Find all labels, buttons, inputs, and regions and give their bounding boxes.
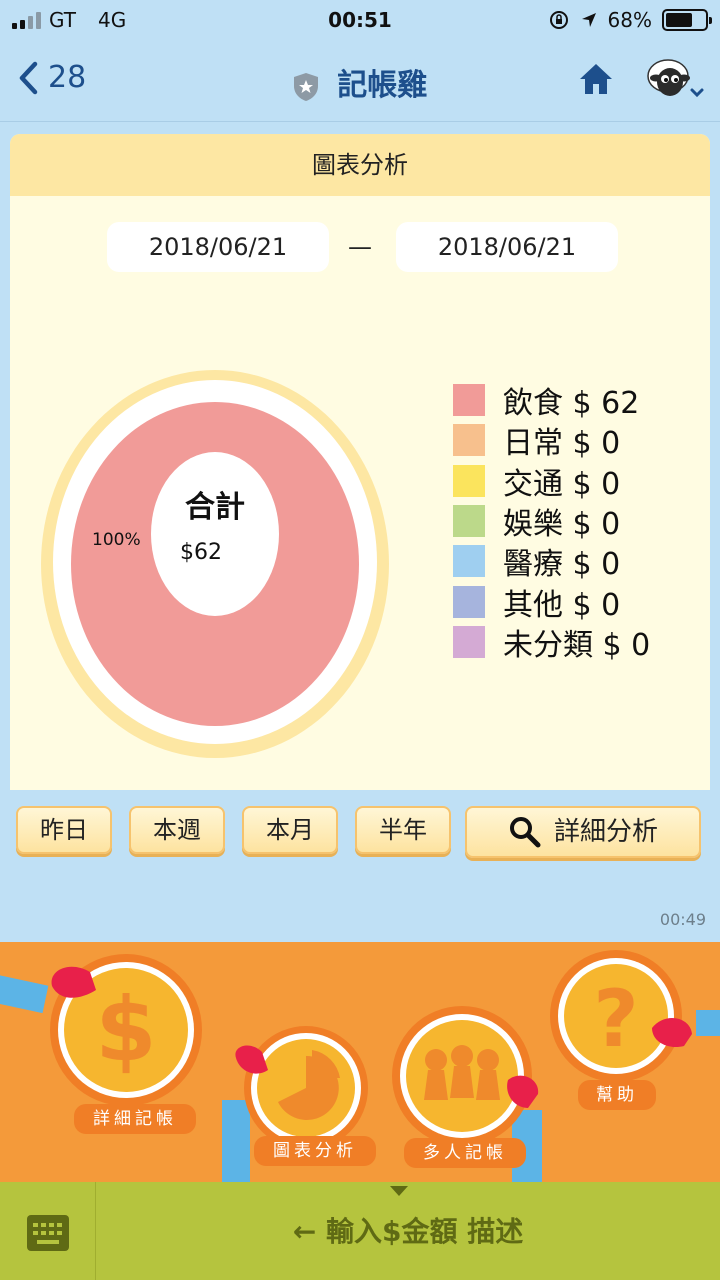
legend-swatch	[453, 384, 485, 417]
detail-analysis-button[interactable]: 詳細分析	[465, 806, 701, 858]
legend-swatch	[453, 424, 485, 457]
egg-donut-chart: 合計 $62 100%	[41, 370, 389, 758]
detail-analysis-label: 詳細分析	[553, 817, 658, 847]
half-year-button[interactable]: 半年	[355, 806, 451, 854]
legend-item: 飲食 $ 62	[453, 380, 650, 422]
status-bar: GT 4G 00:51 68%	[0, 0, 720, 40]
orientation-lock-icon	[549, 11, 568, 29]
rich-menu: $ ? 詳細記帳 圖表分析 多人記帳 幫助	[0, 942, 720, 1182]
amount-input-hint[interactable]: ← 輸入$金額 描述	[96, 1182, 720, 1280]
legend-swatch	[453, 625, 485, 658]
home-icon[interactable]	[578, 62, 614, 96]
total-label: 合計	[185, 490, 245, 525]
legend-item: 娛樂 $ 0	[453, 501, 650, 543]
svg-text:?: ?	[593, 975, 638, 1065]
search-icon	[509, 817, 541, 848]
avatar-menu-icon[interactable]	[642, 54, 708, 104]
chart-legend: 飲食 $ 62 日常 $ 0 交通 $ 0 娛樂 $ 0 醫療 $ 0 其他 $ 0 未分類…	[453, 380, 651, 663]
card-title: 圖表分析	[10, 134, 710, 196]
group-entry-button[interactable]: 多人記帳	[404, 1138, 526, 1168]
legend-label: 醫療 $ 0	[503, 547, 621, 583]
egg-center-hole	[151, 452, 279, 616]
keyboard-toggle[interactable]	[0, 1182, 96, 1280]
legend-swatch	[453, 545, 485, 578]
date-separator: —	[348, 233, 372, 261]
this-month-button[interactable]: 本月	[242, 806, 338, 854]
detail-entry-button[interactable]: 詳細記帳	[74, 1104, 196, 1134]
slice-percent-label: 100%	[92, 530, 141, 550]
legend-item: 交通 $ 0	[453, 461, 650, 502]
legend-item: 未分類 $ 0	[453, 622, 651, 663]
total-value: $62	[180, 540, 222, 565]
legend-label: 其他 $ 0	[503, 587, 621, 623]
input-bar: ← 輸入$金額 描述	[0, 1182, 720, 1280]
official-badge-icon	[293, 72, 318, 101]
legend-label: 娛樂 $ 0	[503, 507, 621, 543]
legend-swatch	[453, 464, 485, 497]
battery-percent: 68%	[607, 8, 652, 32]
location-icon	[581, 13, 596, 27]
svg-text:$: $	[95, 978, 156, 1081]
battery-icon	[662, 9, 712, 31]
legend-label: 未分類 $ 0	[503, 627, 651, 663]
legend-label: 飲食 $ 62	[503, 386, 640, 422]
start-date-button[interactable]: 2018/06/21	[107, 222, 329, 272]
nav-bar: 28 記帳雞	[0, 40, 720, 122]
yesterday-button[interactable]: 昨日	[16, 806, 112, 854]
keyboard-icon	[27, 1215, 69, 1251]
legend-item: 其他 $ 0	[453, 581, 650, 623]
legend-item: 醫療 $ 0	[453, 541, 650, 583]
chart-analysis-button[interactable]: 圖表分析	[254, 1136, 376, 1166]
legend-item: 日常 $ 0	[453, 420, 650, 462]
chart-card: 圖表分析 2018/06/21 — 2018/06/21 合計 $62 100%…	[10, 134, 710, 790]
end-date-button[interactable]: 2018/06/21	[396, 222, 618, 272]
title-text: 記帳雞	[337, 68, 428, 103]
legend-swatch	[453, 585, 485, 618]
legend-label: 交通 $ 0	[503, 466, 621, 502]
legend-swatch	[453, 505, 485, 538]
message-timestamp: 00:49	[659, 910, 706, 929]
this-week-button[interactable]: 本週	[129, 806, 225, 854]
legend-label: 日常 $ 0	[503, 426, 621, 462]
help-button[interactable]: 幫助	[578, 1080, 656, 1110]
